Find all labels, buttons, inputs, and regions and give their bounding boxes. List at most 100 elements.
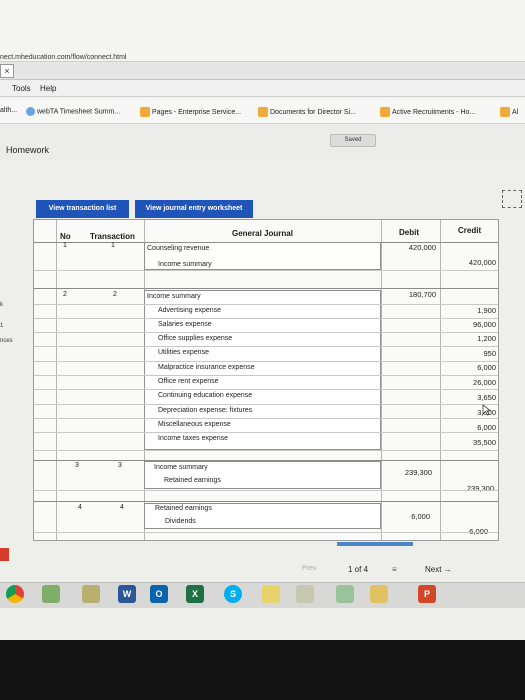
address-bar-area [0,0,525,62]
close-tab-icon[interactable]: × [0,64,14,78]
row-divider [34,346,498,347]
bookmark-webta-label: webTA Timesheet Summ... [37,108,121,116]
prev-button[interactable]: Prev [302,565,316,572]
account-cell[interactable]: Retained earnings [155,505,212,512]
row-divider [34,361,498,362]
page-title: Homework [6,145,50,155]
bookmark-al-label: Al [512,108,519,116]
account-cell[interactable]: Salaries expense [158,321,212,328]
cutoff-text: k [0,302,3,308]
account-cell[interactable]: Retained earnings [164,477,221,484]
credit-cell[interactable]: 1,200 [440,334,496,343]
header-no: No [60,232,71,241]
row-divider [34,532,498,533]
debit-cell[interactable]: 180,700 [380,290,436,299]
expand-icon[interactable] [502,190,522,208]
bookmark-al[interactable]: Al [500,107,518,117]
account-cell[interactable]: Income summary [154,464,208,471]
account-cell[interactable]: Office supplies expense [158,335,232,342]
bookmark-pages[interactable]: Pages - Enterprise Service... [140,107,241,117]
next-label: Next [425,565,442,574]
entry-transaction: 4 [120,504,124,511]
entry-transaction: 3 [118,462,122,469]
bookmark-folder-icon [380,107,390,117]
debit-cell[interactable]: 239,300 [376,468,432,477]
browser-window: nect.mheducation.com/flow/connect.html ×… [0,0,525,640]
folder-icon[interactable] [370,585,388,603]
account-cell[interactable]: Utilities expense [158,349,209,356]
account-cell[interactable]: Counseling revenue [147,245,209,252]
entry-no: 2 [63,291,67,298]
outlook-letter: O [155,589,163,599]
account-cell[interactable]: Income taxes expense [158,435,228,442]
chrome-icon[interactable] [6,585,24,603]
row-divider [34,375,498,376]
row-divider [34,389,498,390]
bookmark-recruitments[interactable]: Active Recruitments - Ho... [380,107,475,117]
credit-cell[interactable]: 1,900 [440,306,496,315]
row-divider [34,270,498,271]
notes-icon[interactable] [262,585,280,603]
account-cell[interactable]: Office rent expense [158,378,219,385]
bookmark-webta[interactable]: webTA Timesheet Summ... [26,107,120,116]
bookmark-health[interactable]: alth... [0,107,17,114]
account-cell[interactable]: Depreciation expense: fixtures [158,407,252,414]
app-icon[interactable] [336,585,354,603]
webta-icon [26,107,35,116]
header-credit: Credit [458,226,482,235]
account-cell[interactable]: Malpractice insurance expense [158,364,255,371]
skype-icon[interactable]: S [224,585,242,603]
credit-cell[interactable]: 239,300 [438,484,494,493]
powerpoint-icon[interactable]: P [418,585,436,603]
row-divider [34,318,498,319]
debit-cell[interactable]: 420,000 [380,243,436,252]
paint-icon[interactable] [82,585,100,603]
view-transaction-list-button[interactable]: View transaction list [36,200,129,218]
credit-cell[interactable]: 3,650 [440,393,496,402]
entry-no: 1 [63,242,67,249]
account-cell[interactable]: Dividends [165,518,196,525]
account-cell[interactable]: Advertising expense [158,307,221,314]
account-cell[interactable]: Miscellaneous expense [158,421,231,428]
page-list-icon[interactable]: ≡ [392,565,397,574]
menu-tools[interactable]: Tools [12,84,31,93]
skype-letter: S [229,589,236,599]
page-indicator: 1 of 4 [348,565,369,574]
bookmark-documents[interactable]: Documents for Director Si... [258,107,356,117]
tools-icon[interactable] [42,585,60,603]
view-journal-entry-worksheet-button[interactable]: View journal entry worksheet [135,200,253,218]
bookmark-recruitments-label: Active Recruitments - Ho... [392,108,476,116]
saved-badge: Saved [330,134,376,147]
credit-cell[interactable]: 6,000 [440,363,496,372]
word-icon[interactable]: W [118,585,136,603]
chevron-right-icon: → [443,565,452,574]
account-cell[interactable]: Income summary [147,293,201,300]
app-icon[interactable] [296,585,314,603]
col-divider [381,220,382,540]
header-debit: Debit [399,228,419,237]
entry-transaction: 1 [111,242,115,249]
next-button[interactable]: Next → [425,565,452,574]
credit-cell[interactable]: 420,000 [440,258,496,267]
entry-no: 3 [75,462,79,469]
bookmark-folder-icon [140,107,150,117]
mouse-cursor-icon [482,404,492,416]
account-cell[interactable]: Income summary [158,261,212,268]
row-divider [34,418,498,419]
account-cell[interactable]: Continuing education expense [158,392,252,399]
debit-cell[interactable]: 6,000 [374,512,430,521]
credit-cell[interactable]: 950 [440,349,496,358]
bookmark-documents-label: Documents for Director Si... [270,108,356,116]
excel-icon[interactable]: X [186,585,204,603]
progress-bar [337,542,413,546]
credit-cell[interactable]: 96,000 [440,320,496,329]
credit-cell[interactable]: 26,000 [440,378,496,387]
credit-cell[interactable]: 6,000 [440,423,496,432]
outlook-icon[interactable]: O [150,585,168,603]
entry-divider [34,501,498,502]
menu-help[interactable]: Help [40,84,56,93]
entry-transaction: 2 [113,291,117,298]
credit-cell[interactable]: 35,500 [440,438,496,447]
excel-letter: X [191,589,198,599]
url-text[interactable]: nect.mheducation.com/flow/connect.html [0,54,126,61]
